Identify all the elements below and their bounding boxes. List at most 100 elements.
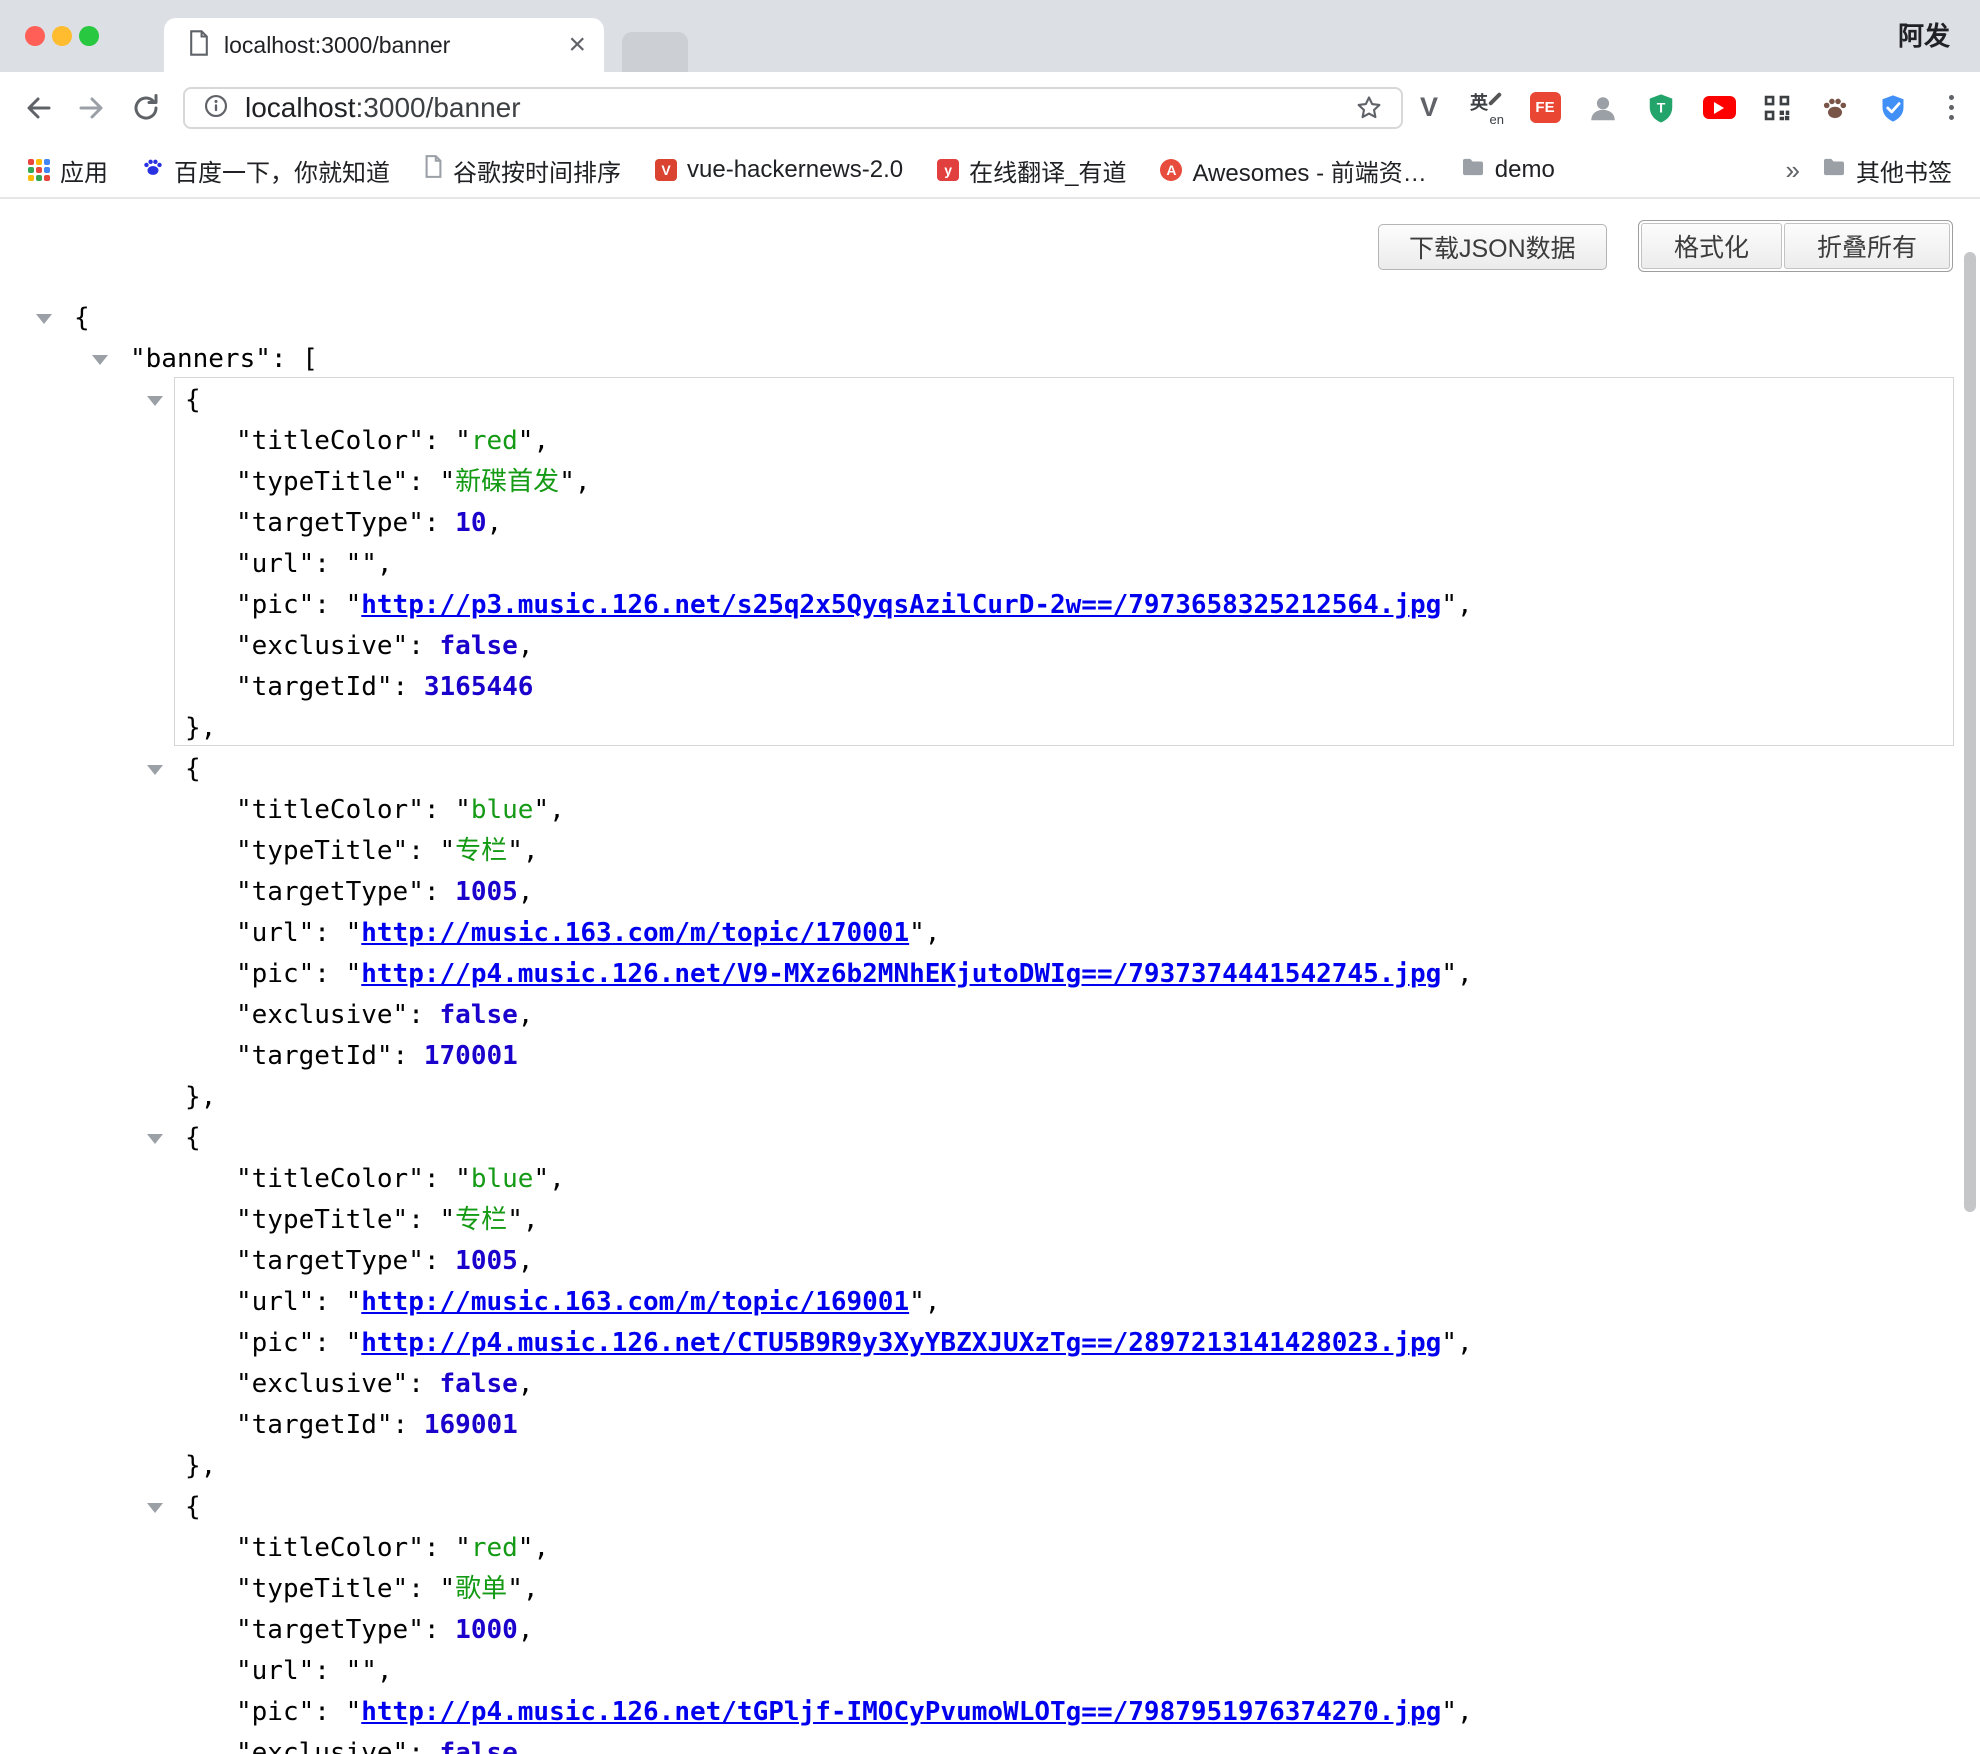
person-extension-icon[interactable]	[1586, 91, 1620, 125]
json-tree: {"banners": [{"titleColor": "red","typeT…	[0, 298, 1980, 1754]
back-button[interactable]	[20, 90, 56, 126]
json-link[interactable]: http://p4.music.126.net/V9-MXz6b2MNhEKju…	[361, 959, 1441, 989]
json-key: banners	[146, 344, 256, 374]
json-line: },	[0, 708, 1980, 749]
json-key: pic	[252, 1697, 299, 1727]
collapse-triangle-icon[interactable]	[92, 355, 108, 365]
json-line: "targetType": 10,	[0, 503, 1980, 544]
bookmark-youdao-translate[interactable]: y 在线翻译_有道	[937, 153, 1126, 188]
svg-text:T: T	[1657, 99, 1666, 115]
page-content: 下载JSON数据 格式化 折叠所有 {"banners": [{"titleCo…	[0, 199, 1980, 1754]
close-window-button[interactable]	[25, 26, 45, 46]
json-key: targetId	[252, 1410, 377, 1440]
json-line: "typeTitle": "专栏",	[0, 1200, 1980, 1241]
traffic-lights	[25, 26, 99, 46]
profile-name[interactable]: 阿发	[1898, 0, 1950, 72]
collapse-triangle-icon[interactable]	[147, 765, 163, 775]
json-link[interactable]: http://music.163.com/m/topic/170001	[361, 918, 909, 948]
bookmark-apps[interactable]: 应用	[28, 153, 108, 188]
json-key: url	[252, 549, 299, 579]
json-line: "targetId": 3165446	[0, 667, 1980, 708]
bookmark-vue-hackernews[interactable]: V vue-hackernews-2.0	[655, 156, 903, 184]
vimium-extension-icon[interactable]: V	[1412, 91, 1446, 125]
json-key: targetType	[252, 1246, 409, 1276]
banner-object: {"titleColor": "red","typeTitle": "歌单","…	[0, 1487, 1980, 1754]
zoom-window-button[interactable]	[79, 26, 99, 46]
security-shield-extension-icon[interactable]	[1876, 91, 1910, 125]
json-line: "url": "",	[0, 544, 1980, 585]
reload-button[interactable]	[128, 90, 164, 126]
json-line: "exclusive": false,	[0, 1364, 1980, 1405]
other-bookmarks[interactable]: 其他书签	[1822, 153, 1952, 188]
collapse-all-button[interactable]: 折叠所有	[1784, 223, 1950, 269]
json-key: targetType	[252, 508, 409, 538]
json-link[interactable]: http://p4.music.126.net/CTU5B9R9y3XyYBZX…	[361, 1328, 1441, 1358]
json-key: exclusive	[252, 1738, 393, 1754]
json-line: {	[0, 749, 1980, 790]
play-icon	[1714, 102, 1724, 114]
json-value: red	[471, 426, 518, 456]
json-value: 专栏	[455, 1205, 507, 1235]
browser-menu-icon[interactable]	[1934, 91, 1968, 125]
json-line: "typeTitle": "专栏",	[0, 831, 1980, 872]
json-key: url	[252, 1287, 299, 1317]
page-info-icon[interactable]	[203, 93, 229, 124]
forward-button[interactable]	[74, 90, 110, 126]
json-value: 169001	[424, 1410, 518, 1440]
json-link[interactable]: http://music.163.com/m/topic/169001	[361, 1287, 909, 1317]
json-key: titleColor	[252, 1164, 409, 1194]
collapse-triangle-icon[interactable]	[147, 396, 163, 406]
navigation-bar: localhost:3000/banner V 英 en FE T	[0, 72, 1980, 143]
collapse-triangle-icon[interactable]	[36, 314, 52, 324]
v-square-icon: V	[655, 159, 677, 181]
baidu-paw-icon	[142, 156, 164, 185]
bookmarks-overflow-chevron[interactable]: »	[1786, 155, 1800, 186]
json-link[interactable]: http://p3.music.126.net/s25q2x5QyqsAzilC…	[361, 590, 1441, 620]
json-key: pic	[252, 1328, 299, 1358]
paw-extension-icon[interactable]	[1818, 91, 1852, 125]
tampermonkey-shield-extension-icon[interactable]: T	[1644, 91, 1678, 125]
bookmark-demo-folder[interactable]: demo	[1461, 156, 1555, 184]
pencil-icon	[1488, 91, 1502, 105]
format-button[interactable]: 格式化	[1641, 223, 1782, 269]
qrcode-extension-icon[interactable]	[1760, 91, 1794, 125]
youdao-icon: y	[937, 159, 959, 181]
json-key: url	[252, 1656, 299, 1686]
extensions-area: V 英 en FE T	[1412, 72, 1968, 143]
json-key: titleColor	[252, 795, 409, 825]
json-line: "url": "http://music.163.com/m/topic/170…	[0, 913, 1980, 954]
json-value: red	[471, 1533, 518, 1563]
json-value: 3165446	[424, 672, 534, 702]
json-line: "pic": "http://p4.music.126.net/tGPljf-I…	[0, 1692, 1980, 1733]
banner-object: {"titleColor": "blue","typeTitle": "专栏",…	[0, 749, 1980, 1118]
bookmark-awesomes[interactable]: A Awesomes - 前端资…	[1160, 153, 1426, 188]
json-key: exclusive	[252, 631, 393, 661]
new-tab-button[interactable]	[622, 32, 688, 72]
translate-extension-icon[interactable]: 英 en	[1470, 91, 1504, 125]
json-key: targetId	[252, 1041, 377, 1071]
bookmark-star-icon[interactable]	[1355, 94, 1383, 122]
bookmark-baidu[interactable]: 百度一下，你就知道	[142, 153, 390, 188]
download-json-button[interactable]: 下载JSON数据	[1378, 224, 1607, 270]
json-line: "url": "",	[0, 1651, 1980, 1692]
json-line: {	[0, 298, 1980, 339]
json-line: "targetId": 169001	[0, 1405, 1980, 1446]
browser-tab[interactable]: localhost:3000/banner ×	[164, 18, 604, 72]
json-link[interactable]: http://p4.music.126.net/tGPljf-IMOCyPvum…	[361, 1697, 1441, 1727]
minimize-window-button[interactable]	[52, 26, 72, 46]
banner-object: {"titleColor": "blue","typeTitle": "专栏",…	[0, 1118, 1980, 1487]
url-path: :3000/banner	[356, 92, 521, 123]
json-line: },	[0, 1446, 1980, 1487]
tab-strip: localhost:3000/banner × 阿发	[0, 0, 1980, 72]
json-line: "exclusive": false,	[0, 626, 1980, 667]
url-bar[interactable]: localhost:3000/banner	[183, 87, 1403, 129]
bookmark-google-sort[interactable]: 谷歌按时间排序	[424, 153, 621, 188]
scrollbar-thumb[interactable]	[1964, 252, 1976, 1212]
youtube-extension-icon[interactable]	[1702, 91, 1736, 125]
collapse-triangle-icon[interactable]	[147, 1503, 163, 1513]
json-value: false	[440, 1738, 518, 1754]
tab-close-icon[interactable]: ×	[568, 30, 586, 60]
json-value: blue	[471, 1164, 534, 1194]
fehelper-extension-icon[interactable]: FE	[1528, 91, 1562, 125]
collapse-triangle-icon[interactable]	[147, 1134, 163, 1144]
